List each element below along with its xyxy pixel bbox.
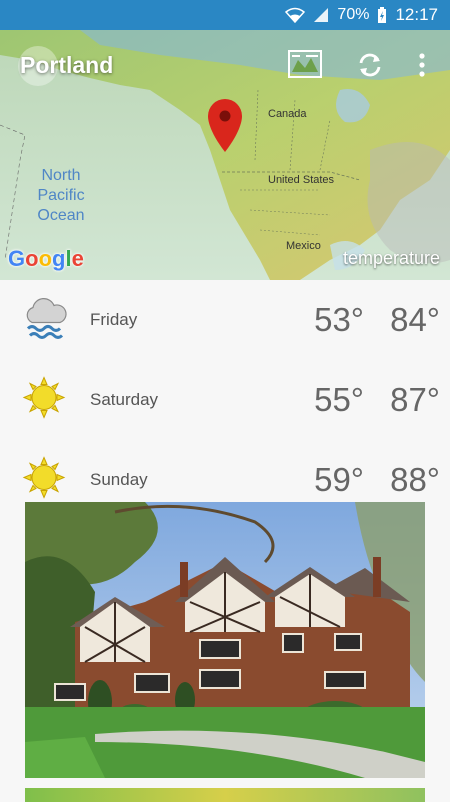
google-letter: o	[25, 246, 39, 271]
google-letter: G	[8, 246, 26, 271]
forecast-low-temp: 59°	[314, 461, 364, 498]
forecast-high-temp: 84°	[390, 301, 440, 338]
forecast-row-saturday[interactable]: Saturday 55° 87°	[0, 360, 450, 440]
map-label-ocean: North Pacific Ocean	[37, 167, 85, 224]
sun-icon	[22, 456, 66, 505]
map-label-canada: Canada	[268, 108, 307, 120]
clock: 12:17	[395, 5, 438, 24]
status-bar: 70% 12:17	[0, 0, 450, 30]
forecast-low-temp: 55°	[314, 381, 364, 418]
signal-icon	[313, 7, 329, 23]
forecast-day: Sunday	[90, 470, 148, 489]
battery-charging-icon	[377, 6, 387, 24]
sun-icon	[22, 376, 66, 425]
forecast-low-temp: 53°	[314, 301, 364, 338]
forecast-day: Friday	[90, 310, 138, 329]
forecast-day: Saturday	[90, 390, 159, 409]
google-letter: g	[52, 246, 66, 271]
forecast-high-temp: 87°	[390, 381, 440, 418]
battery-percent: 70%	[337, 6, 370, 23]
map-label-united-states: United States	[268, 174, 335, 186]
city-title: Portland	[20, 52, 114, 78]
forecast-row-friday[interactable]: Friday 53° 84°	[0, 280, 450, 360]
overflow-menu-icon[interactable]	[416, 52, 428, 83]
refresh-icon[interactable]	[356, 51, 384, 84]
rain-cloud-icon	[22, 295, 68, 346]
forecast-high-temp: 88°	[390, 461, 440, 498]
location-photo[interactable]	[25, 502, 425, 778]
map-label-mexico: Mexico	[286, 240, 321, 252]
forecast-list: Friday 53° 84° Saturday 55° 87° Sunday 5…	[0, 280, 450, 520]
wifi-icon	[285, 7, 306, 23]
google-letter: e	[71, 246, 84, 271]
map-layers-icon[interactable]	[288, 50, 322, 83]
map-header[interactable]: Portland Canada United States Mexico Nor…	[0, 30, 450, 280]
map-layer-label: temperature	[342, 248, 440, 268]
google-letter: o	[38, 246, 53, 271]
google-logo: Google	[8, 246, 84, 272]
